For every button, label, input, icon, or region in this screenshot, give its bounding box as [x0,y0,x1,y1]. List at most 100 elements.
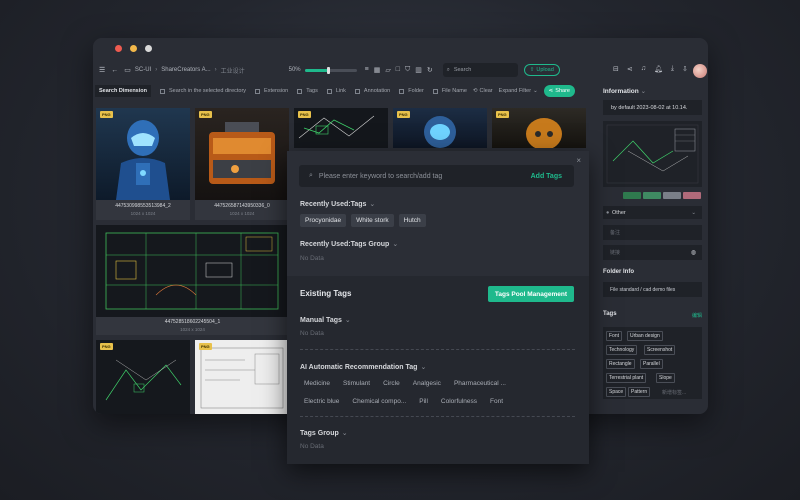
ai-tag[interactable]: Pharmaceutical ... [454,380,506,387]
list-view-icon[interactable]: ≡ [365,66,369,74]
asset-card[interactable]: PNG [96,340,190,414]
refresh-icon[interactable]: ↻ [427,66,433,74]
share-icon[interactable]: ⋖ [627,65,633,73]
bell-icon[interactable]: 🔔︎ [654,65,663,73]
tag-chip[interactable]: Font [606,331,623,341]
columns-icon[interactable]: ▥ [415,66,422,74]
square-view-icon[interactable]: □ [396,66,400,74]
add-tag-input[interactable]: 新增标签... [659,387,689,398]
ai-tag[interactable]: Medicine [304,380,330,387]
grid-view-icon[interactable]: ▦ [374,66,381,74]
globe-icon[interactable]: ◍ [691,249,696,256]
expand-filter-button[interactable]: Expand Filter ⌄ [499,88,538,94]
tag-chip[interactable]: Parallel [640,359,663,369]
asset-card[interactable]: PNG [195,340,289,414]
tag-chip[interactable]: Urban design [627,331,663,341]
expand-filter-label: Expand Filter [498,88,532,94]
filter-option-selected-directory[interactable]: Search in the selected directory [160,88,246,94]
tags-group-title[interactable]: Tags Group ⌄ [300,429,348,437]
ai-tag[interactable]: Pill [419,398,428,405]
note-input[interactable]: 备注 [603,225,702,240]
tag-chip[interactable]: Pattern [628,387,651,397]
recent-tag-chip[interactable]: White stork [351,214,394,227]
minimize-window-button[interactable] [130,45,137,52]
notification-bell-icon[interactable]: ♫ [641,65,646,73]
zoom-slider[interactable] [304,66,357,74]
asset-thumbnail [195,340,289,414]
user-avatar[interactable] [693,64,707,78]
filter-icon[interactable]: ⛉ [405,66,410,74]
tag-chip[interactable]: Space [606,387,627,397]
tag-search-input[interactable]: ⌕ Please enter keyword to search/add tag… [299,165,574,187]
color-swatch[interactable] [643,192,661,199]
filter-option-annotation[interactable]: Annotation [354,88,390,94]
ai-tags-title[interactable]: AI Automatic Recommendation Tag ⌄ [300,363,426,371]
file-type-badge: PNG [199,111,212,118]
clear-filter-button[interactable]: ⟲ Clear [473,88,493,94]
filter-bar: Search Dimension Search in the selected … [93,84,598,98]
search-input[interactable]: ⌕ Search [442,63,518,77]
panel-toggle-icon[interactable]: ⊟ [613,65,619,73]
add-tags-button[interactable]: Add Tags [531,173,562,180]
recent-groups-title[interactable]: Recently Used:Tags Group ⌄ [300,240,398,248]
tag-chip[interactable]: Screenshot [644,345,676,355]
filter-option-link[interactable]: Link [326,88,346,94]
breadcrumb-item-1[interactable]: SC-UI [135,67,151,73]
upload-icon: ⇧ [529,67,535,73]
breadcrumb-item-3[interactable]: 工业设计 [221,66,245,75]
asset-card[interactable]: PNG [294,108,388,148]
maximize-window-button[interactable] [145,45,152,52]
checkbox-icon [160,88,165,94]
ai-tag[interactable]: Chemical compo... [352,398,406,405]
asset-card[interactable]: PNG [492,108,586,148]
tag-chip[interactable]: Rectangle [606,359,635,369]
ai-tag[interactable]: Analgesic [413,380,441,387]
color-swatch[interactable] [623,192,641,199]
manual-tags-title[interactable]: Manual Tags ⌄ [300,316,351,324]
link-input[interactable]: 链接 ◍ [603,245,702,260]
asset-card[interactable]: PNG [393,108,487,148]
robot-image [116,120,170,200]
sidebar-toggle-icon[interactable]: ☰ [99,66,105,74]
folder-path[interactable]: File standard / cad demo files [603,282,702,297]
export-icon[interactable]: ⇩ [682,65,688,73]
color-swatch[interactable] [663,192,681,199]
filter-option-folder[interactable]: Folder [399,88,424,94]
download-icon[interactable]: ⤓ [671,65,674,73]
filter-option-file-name[interactable]: File Name [432,88,467,94]
ai-tag[interactable]: Circle [383,380,400,387]
category-select[interactable]: ● Other ⌄ [603,206,702,219]
close-icon[interactable]: × [576,156,581,165]
share-button[interactable]: ⋖ Share [543,85,575,97]
ai-tag[interactable]: Colorfulness [441,398,477,405]
tag-chip[interactable]: Terrestrial plant [606,373,647,383]
filter-option-tags[interactable]: Tags [297,88,318,94]
recent-tag-chip[interactable]: Hutch [398,214,426,227]
upload-button[interactable]: ⇧ Upload [523,64,560,76]
tag-chip[interactable]: Technology [606,345,638,355]
back-arrow-icon[interactable]: ← [111,67,118,74]
filter-option-extension[interactable]: Extension [255,88,288,94]
ai-tag[interactable]: Font [490,398,503,405]
asset-card[interactable]: PNG 447530998553513984_2 1024 x 1024 [96,108,190,220]
ai-tag[interactable]: Electric blue [304,398,339,405]
close-window-button[interactable] [115,45,122,52]
clear-icon: ⟲ [472,88,478,94]
ai-tag[interactable]: Stimulant [343,380,370,387]
asset-card[interactable]: 447528518602245504_1 1024 x 1024 [96,225,289,335]
chevron-down-icon: ⌄ [533,88,538,94]
floor-plan-image [105,232,279,310]
file-type-badge: PNG [496,111,509,118]
tags-pool-management-button[interactable]: Tags Pool Management [487,286,574,302]
recent-tag-chip[interactable]: Procyonidae [300,214,347,227]
zoom-slider-handle[interactable] [327,66,331,74]
edit-tags-link[interactable]: 编辑 [692,312,702,319]
recent-tags-title[interactable]: Recently Used:Tags ⌄ [300,200,375,208]
search-placeholder: Search [453,67,472,73]
asset-card[interactable]: PNG 447526587143950336_0 1024 x 1024 [195,108,289,220]
color-swatch[interactable] [683,192,701,199]
folder-view-icon[interactable]: ▱ [385,66,390,74]
file-preview[interactable] [603,121,702,187]
tag-chip[interactable]: Slope [656,373,675,383]
breadcrumb-item-2[interactable]: ShareCreators A... [161,67,210,73]
